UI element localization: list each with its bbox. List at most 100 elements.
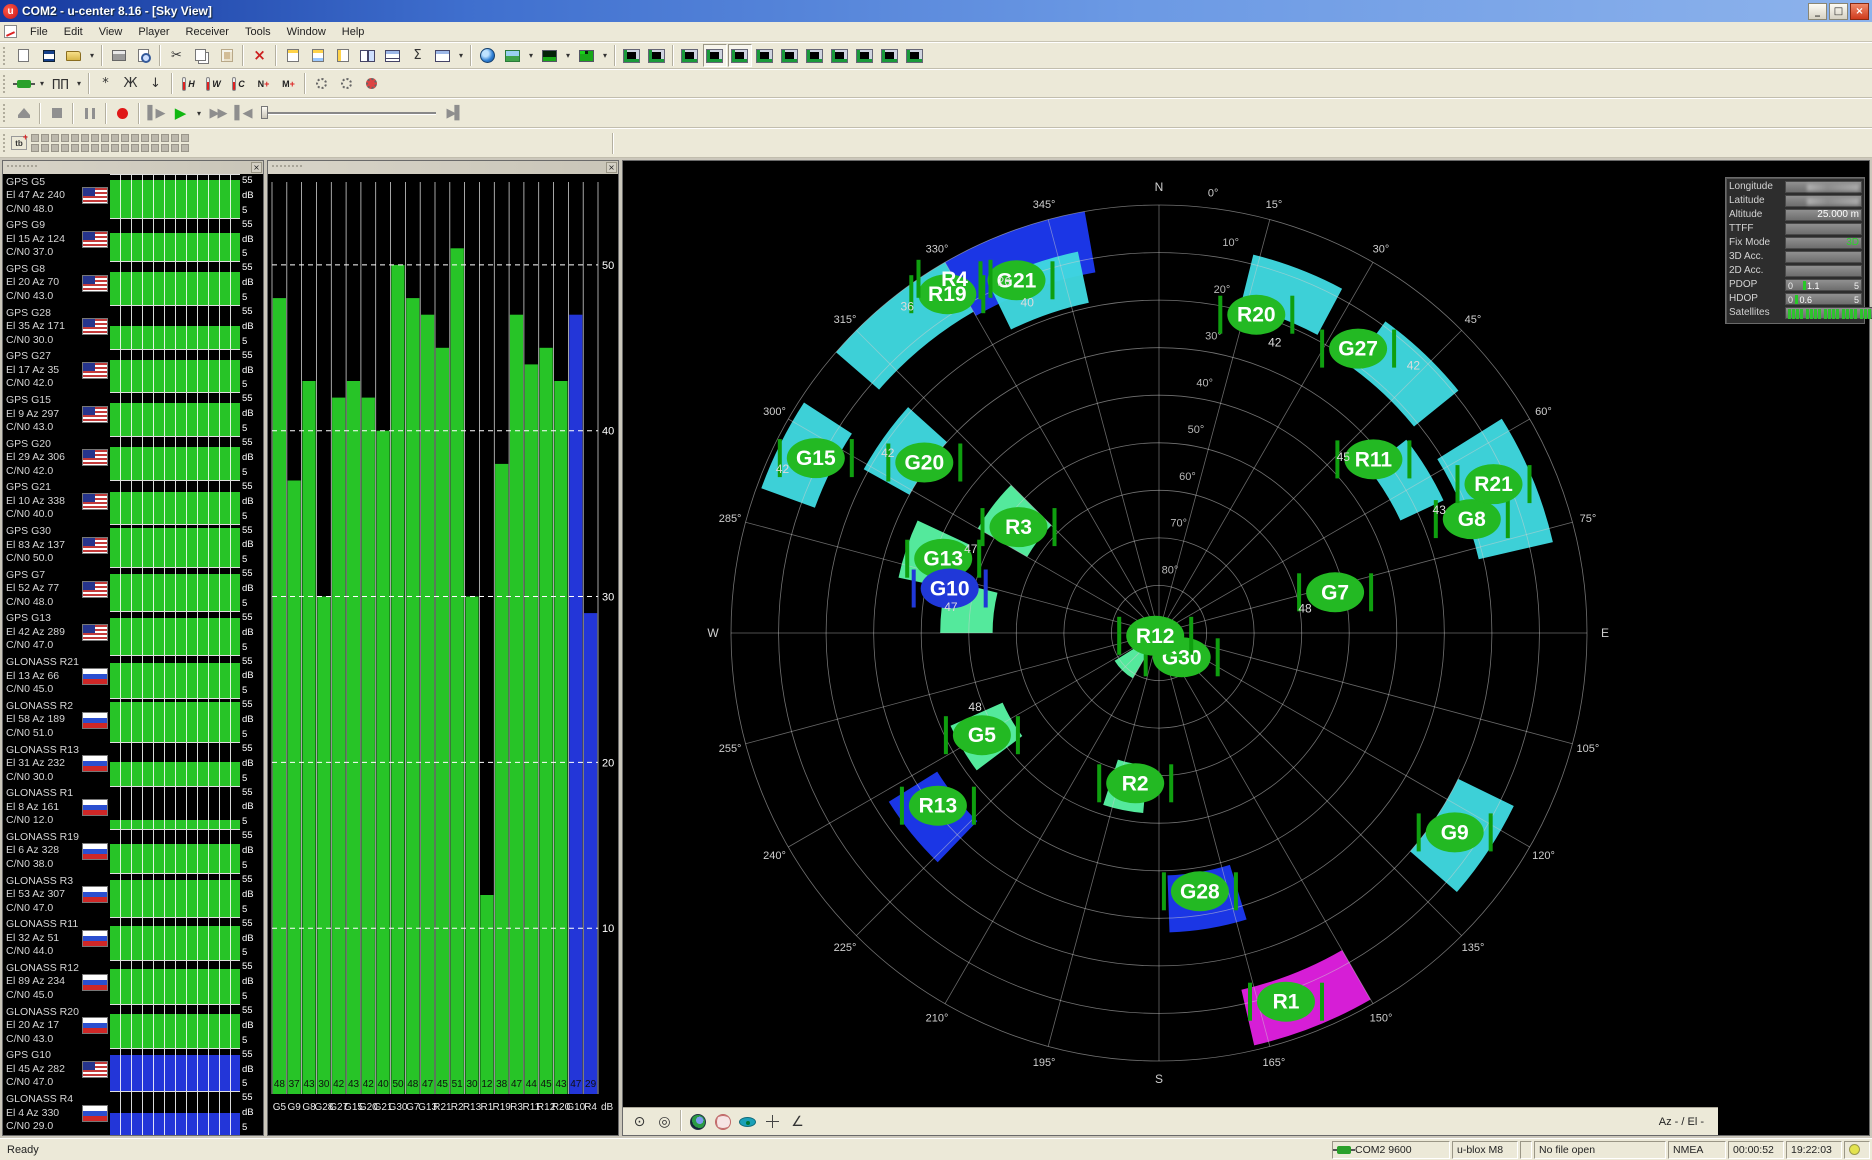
panel-grip[interactable] [7, 165, 37, 170]
toolbar-grip[interactable] [3, 47, 7, 65]
chart-view-dropdown-icon[interactable]: ▾ [563, 44, 574, 67]
menu-item-edit[interactable]: Edit [56, 23, 91, 41]
pause-button[interactable] [78, 102, 102, 125]
map-view-dropdown-icon[interactable]: ▾ [526, 44, 537, 67]
satellite-count-bar [1810, 309, 1813, 319]
sky-plain-mode-button[interactable] [710, 1110, 735, 1133]
connect-dropdown-icon[interactable]: ▾ [37, 72, 48, 95]
split-vertical-button[interactable] [381, 44, 405, 67]
close-satellite-panel-button[interactable]: × [251, 162, 262, 173]
sky-color-mode-button[interactable] [685, 1110, 710, 1133]
google-earth-button[interactable] [476, 44, 500, 67]
maximize-button[interactable]: □ [1829, 3, 1848, 20]
sky-view-window-button[interactable] [903, 44, 927, 67]
toolbar-grip[interactable] [3, 75, 7, 93]
close-histogram-panel-button[interactable]: × [606, 162, 617, 173]
database-import-button[interactable] [306, 44, 330, 67]
print-button[interactable] [107, 44, 131, 67]
split-horizontal-button[interactable] [356, 44, 380, 67]
configuration-view-button[interactable] [778, 44, 802, 67]
debug-messages-button[interactable]: Ж [119, 72, 143, 95]
map-view-button[interactable] [501, 44, 525, 67]
deviation-map-button[interactable] [645, 44, 669, 67]
save-button[interactable] [37, 44, 61, 67]
histogram-view-dropdown-icon[interactable]: ▾ [600, 44, 611, 67]
table-view-dropdown-icon[interactable]: ▾ [456, 44, 467, 67]
table-view-button[interactable] [431, 44, 455, 67]
text-console-button[interactable] [728, 44, 752, 67]
autobauding-button[interactable]: * [94, 72, 118, 95]
orbit-trail-button[interactable] [735, 1110, 760, 1133]
compass-orientation-button[interactable] [760, 1110, 785, 1133]
satellite-row-G13: GPS G13El 42 Az 289C/N0 47.055dB5 [3, 611, 263, 655]
menu-item-receiver[interactable]: Receiver [178, 23, 237, 41]
messages-view-button[interactable] [753, 44, 777, 67]
satellite-row-G21: GPS G21El 10 Az 338C/N0 40.055dB5 [3, 480, 263, 524]
baudrate-button[interactable]: ∏∏ [49, 72, 73, 95]
cut-icon: ✂ [171, 49, 182, 62]
receiver-config-gear-button[interactable] [335, 72, 359, 95]
table-window-button[interactable] [828, 44, 852, 67]
statistic-view-button[interactable] [803, 44, 827, 67]
camera-view-button[interactable] [620, 44, 644, 67]
statistic-sum-button[interactable]: Σ [406, 44, 430, 67]
cut-button[interactable]: ✂ [165, 44, 189, 67]
menu-item-view[interactable]: View [91, 23, 131, 41]
reset-m-button[interactable]: M+ [277, 72, 301, 95]
dock-messages-icon[interactable]: tb [11, 136, 27, 150]
chart-window-button[interactable] [878, 44, 902, 67]
signal-bar-gridlines [110, 699, 240, 742]
axis-label-50: 50 [602, 260, 614, 272]
reset-n-button[interactable]: N+ [252, 72, 276, 95]
eject-button[interactable] [12, 102, 36, 125]
skip-to-end-button[interactable]: ▶▌ [443, 102, 467, 125]
paste-button[interactable] [215, 44, 239, 67]
packet-console-button[interactable] [678, 44, 702, 67]
warmstart-button[interactable]: W [202, 72, 226, 95]
zoom-rings-large-button[interactable]: ◎ [652, 1110, 677, 1133]
play-dropdown-icon[interactable]: ▾ [194, 102, 205, 125]
binary-console-button[interactable] [703, 44, 727, 67]
database-log-button[interactable] [331, 44, 355, 67]
chart-view-button[interactable] [538, 44, 562, 67]
database-export-button[interactable] [281, 44, 305, 67]
slider-thumb[interactable] [261, 106, 268, 119]
menu-item-help[interactable]: Help [334, 23, 373, 41]
open-dropdown-icon[interactable]: ▾ [87, 44, 98, 67]
elevation-mask-button[interactable]: ∠ [785, 1110, 810, 1133]
open-button[interactable] [62, 44, 86, 67]
copy-button[interactable] [190, 44, 214, 67]
fast-forward-button[interactable]: ▶▶ [206, 102, 230, 125]
baudrate-dropdown-icon[interactable]: ▾ [74, 72, 85, 95]
menu-item-tools[interactable]: Tools [237, 23, 279, 41]
firmware-download-button[interactable]: ↓ [144, 72, 168, 95]
print-preview-button[interactable] [132, 44, 156, 67]
histogram-view-button[interactable] [575, 44, 599, 67]
step-forward-button[interactable]: ▌▶ [144, 102, 168, 125]
satellite-cn0: C/N0 30.0 [6, 334, 79, 348]
close-button[interactable]: × [1850, 3, 1869, 20]
hotstart-button[interactable]: H [177, 72, 201, 95]
clear-button[interactable]: × [248, 44, 272, 67]
play-button[interactable]: ▶ [169, 102, 193, 125]
skip-to-begin-button[interactable]: ▌◀ [231, 102, 255, 125]
record-button[interactable] [111, 102, 135, 125]
message-config-gear-button[interactable] [310, 72, 334, 95]
satellite-count-bar [1788, 309, 1791, 319]
map-window-button[interactable] [853, 44, 877, 67]
coldstart-button[interactable]: C [227, 72, 251, 95]
new-file-button[interactable] [12, 44, 36, 67]
panel-grip[interactable] [272, 165, 302, 170]
minimize-button[interactable]: _ [1808, 3, 1827, 20]
zoom-rings-small-button[interactable]: ⊙ [627, 1110, 652, 1133]
coldstart-icon: C [232, 77, 245, 91]
toolbar-grip[interactable] [3, 104, 7, 122]
toolbar-grip[interactable] [3, 134, 7, 152]
menu-item-player[interactable]: Player [130, 23, 177, 41]
menu-item-window[interactable]: Window [279, 23, 334, 41]
menu-item-file[interactable]: File [22, 23, 56, 41]
assist-config-gear-button[interactable] [360, 72, 384, 95]
stop-button[interactable] [45, 102, 69, 125]
connect-button[interactable] [12, 72, 36, 95]
position-slider[interactable] [261, 105, 436, 121]
